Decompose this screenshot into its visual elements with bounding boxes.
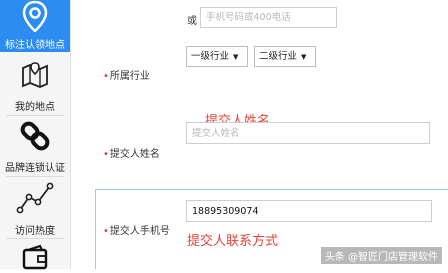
sidebar-item-label: 品牌连锁认证: [5, 163, 65, 174]
sidebar: 标注认领地点 我的地点 品牌连锁认证 访问热度: [0, 0, 71, 270]
industry-label: •所属行业: [103, 67, 150, 82]
phone-alt-input[interactable]: [200, 7, 337, 28]
sidebar-item-claim-location[interactable]: 标注认领地点: [0, 0, 70, 52]
select-value: 一级行业: [191, 51, 230, 62]
select-value: 二级行业: [259, 51, 298, 62]
submitter-name-input[interactable]: [186, 122, 430, 144]
divider: [6, 115, 64, 116]
sidebar-item-brand-chain[interactable]: 品牌连锁认证: [0, 117, 70, 175]
sidebar-item-wallet[interactable]: [0, 240, 70, 270]
sidebar-item-label: 我的地点: [15, 102, 55, 113]
divider: [6, 238, 64, 239]
submitter-name-label: •提交人姓名: [103, 145, 160, 160]
submitter-phone-input[interactable]: [186, 200, 432, 222]
submitter-phone-label: •提交人手机号: [103, 222, 170, 237]
industry-level1-select[interactable]: 一级行业 ▼: [186, 46, 248, 67]
submitter-phone-label-text: 提交人手机号: [109, 226, 170, 237]
dropdown-arrow-icon: ▼: [301, 53, 307, 61]
required-marker: •: [103, 226, 109, 237]
chain-link-icon: [0, 119, 70, 156]
required-marker: •: [103, 71, 109, 82]
sidebar-item-my-places[interactable]: 我的地点: [0, 56, 70, 114]
or-label: 或: [187, 16, 197, 27]
industry-level2-select[interactable]: 二级行业 ▼: [254, 46, 316, 67]
folded-map-icon: [0, 60, 70, 91]
required-marker: •: [103, 149, 109, 160]
sidebar-item-visit-heat[interactable]: 访问热度: [0, 178, 70, 237]
sidebar-item-label: 标注认领地点: [5, 40, 65, 51]
trend-line-icon: [0, 180, 70, 219]
submitter-name-label-text: 提交人姓名: [109, 149, 160, 160]
industry-label-text: 所属行业: [109, 71, 150, 82]
watermark: 头条 @智匠门店管理软件: [320, 247, 442, 264]
sidebar-item-label: 访问热度: [15, 226, 55, 237]
annotation-submitter-contact: 提交人联系方式: [187, 234, 279, 249]
dropdown-arrow-icon: ▼: [233, 53, 239, 61]
map-pin-icon: [0, 0, 70, 35]
divider: [6, 176, 64, 177]
